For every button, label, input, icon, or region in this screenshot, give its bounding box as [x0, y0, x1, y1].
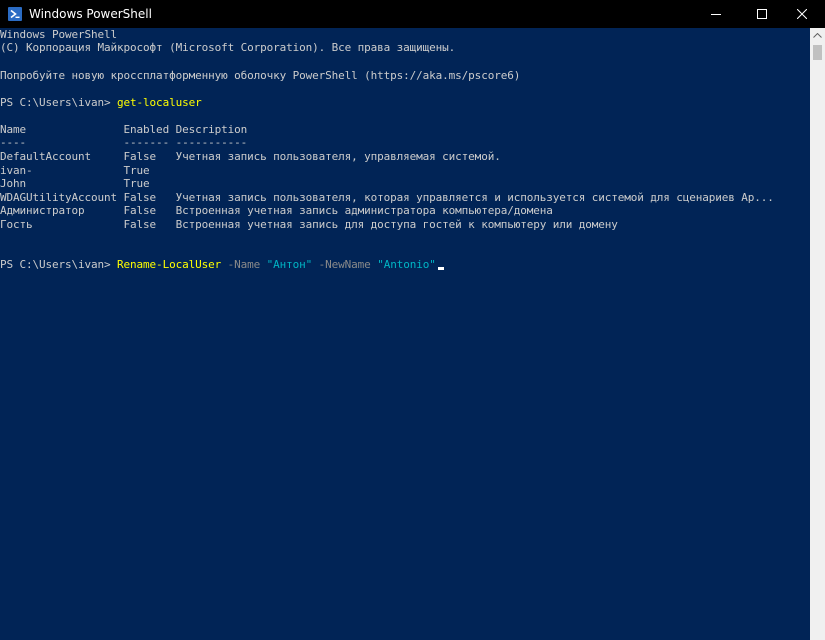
console-pscore-hint-line: Попробуйте новую кроссплатформенную обол… — [0, 69, 521, 82]
console-copyright-line: (C) Корпорация Майкрософт (Microsoft Cor… — [0, 41, 456, 54]
value-name: "Антон" — [266, 258, 313, 271]
table-row: John True — [0, 177, 150, 190]
powershell-window: Windows PowerShell Windows PowerShell (C… — [0, 0, 825, 640]
minimize-icon — [711, 14, 721, 15]
close-icon — [797, 9, 807, 19]
table-row: WDAGUtilityAccount False Учетная запись … — [0, 191, 774, 204]
command-line-2[interactable]: PS C:\Users\ivan> Rename-LocalUser -Name… — [0, 258, 444, 272]
cmdlet-rename-localuser: Rename-LocalUser — [117, 258, 222, 271]
maximize-icon — [757, 9, 767, 19]
scroll-up-button[interactable] — [810, 28, 825, 43]
window-title: Windows PowerShell — [29, 7, 152, 21]
table-row: Гость False Встроенная учетная запись дл… — [0, 218, 618, 231]
command-get-localuser: get-localuser — [117, 96, 202, 109]
value-newname: "Antonio" — [377, 258, 436, 271]
console-output[interactable]: Windows PowerShell (C) Корпорация Майкро… — [0, 28, 810, 640]
vertical-scrollbar[interactable] — [810, 28, 825, 640]
console-header-line: Windows PowerShell — [0, 28, 118, 41]
chevron-up-icon — [813, 33, 822, 38]
text-cursor — [437, 267, 444, 270]
table-row: ivan- True — [0, 164, 150, 177]
close-button[interactable] — [779, 0, 825, 28]
table-header: Name Enabled Description — [0, 123, 248, 136]
scroll-thumb[interactable] — [813, 45, 822, 60]
param-name: -Name — [221, 258, 267, 271]
command-line-1: PS C:\Users\ivan> get-localuser — [0, 96, 202, 110]
table-separator: ---- ------- ----------- — [0, 136, 248, 149]
prompt: PS C:\Users\ivan> — [0, 96, 118, 109]
table-row: Администратор False Встроенная учетная з… — [0, 204, 553, 217]
title-bar[interactable]: Windows PowerShell — [0, 0, 825, 28]
param-newname: -NewName — [312, 258, 378, 271]
powershell-icon — [8, 7, 22, 21]
minimize-button[interactable] — [693, 0, 739, 28]
prompt: PS C:\Users\ivan> — [0, 258, 118, 271]
table-row: DefaultAccount False Учетная запись поль… — [0, 150, 501, 163]
